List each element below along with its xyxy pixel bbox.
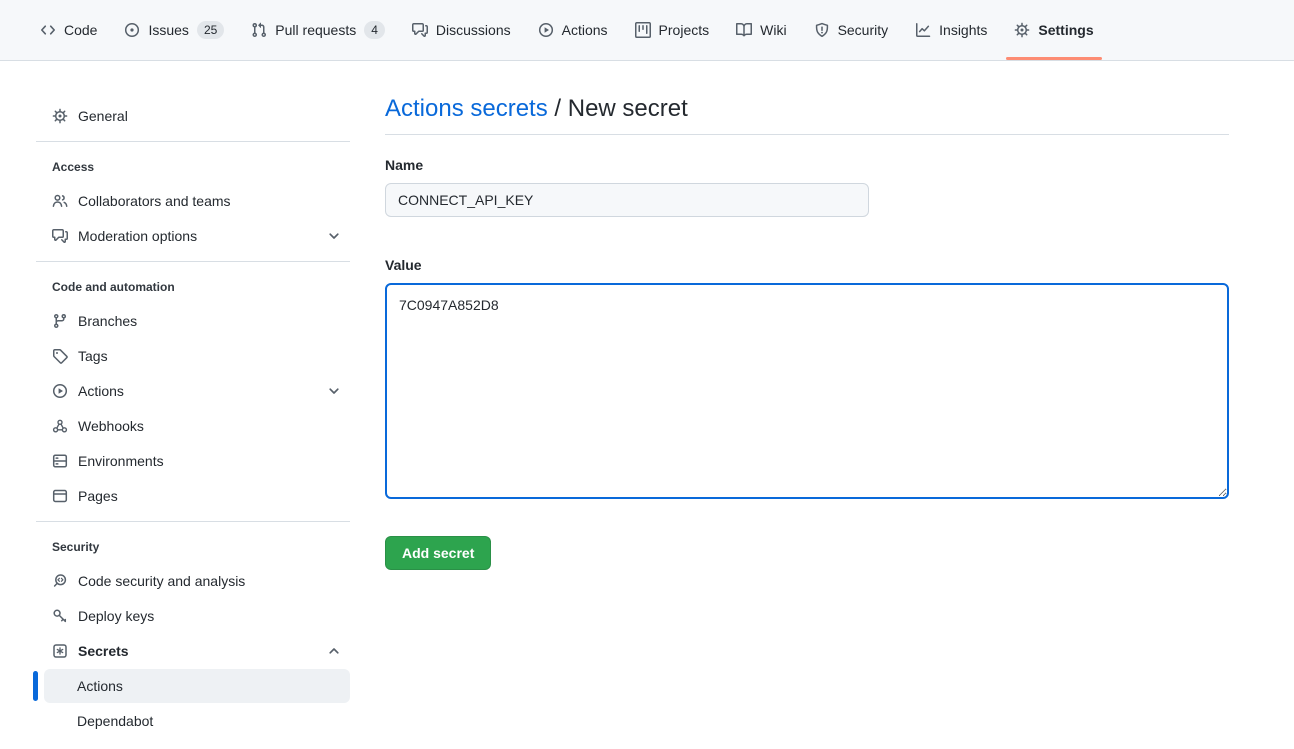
sidebar-item-label: Deploy keys xyxy=(78,608,154,624)
code-icon xyxy=(40,22,56,38)
issue-opened-icon xyxy=(124,22,140,38)
sidebar-item-deploy-keys[interactable]: Deploy keys xyxy=(44,599,350,633)
tab-label: Projects xyxy=(659,15,710,45)
sidebar-item-label: Collaborators and teams xyxy=(78,193,231,209)
divider xyxy=(36,141,350,142)
server-icon xyxy=(52,453,68,469)
codescan-icon xyxy=(52,573,68,589)
gear-icon xyxy=(52,108,68,124)
comment-discussion-icon xyxy=(412,22,428,38)
chevron-down-icon xyxy=(326,228,342,244)
sidebar-item-label: Code security and analysis xyxy=(78,573,245,589)
sidebar-item-pages[interactable]: Pages xyxy=(44,479,350,513)
sidebar-item-code-security-and-analysis[interactable]: Code security and analysis xyxy=(44,564,350,598)
browser-icon xyxy=(52,488,68,504)
comment-discussion-icon xyxy=(52,228,68,244)
sidebar-item-webhooks[interactable]: Webhooks xyxy=(44,409,350,443)
sidebar-item-label: General xyxy=(78,108,128,124)
webhook-icon xyxy=(52,418,68,434)
sidebar-item-actions[interactable]: Actions xyxy=(44,374,350,408)
sidebar-item-collaborators-and-teams[interactable]: Collaborators and teams xyxy=(44,184,350,218)
tab-settings[interactable]: Settings xyxy=(1005,0,1102,60)
graph-icon xyxy=(915,22,931,38)
sidebar-item-label: Environments xyxy=(78,453,164,469)
issues-count-badge: 25 xyxy=(197,21,224,39)
tab-actions[interactable]: Actions xyxy=(529,0,617,60)
gear-icon xyxy=(1014,22,1030,38)
actions-secrets-breadcrumb-link[interactable]: Actions secrets xyxy=(385,95,548,122)
sidebar-item-label: Tags xyxy=(78,348,108,364)
sidebar-item-label: Moderation options xyxy=(78,228,197,244)
tag-icon xyxy=(52,348,68,364)
repo-tab-nav: Code Issues 25 Pull requests 4 Discussio… xyxy=(0,0,1294,61)
tab-label: Code xyxy=(64,15,97,45)
sidebar-subitem-secrets-actions[interactable]: Actions xyxy=(44,669,350,703)
key-icon xyxy=(52,608,68,624)
new-secret-form: Actions secrets / New secret Name Value … xyxy=(385,61,1229,570)
sidebar-item-label: Actions xyxy=(78,383,124,399)
project-icon xyxy=(635,22,651,38)
git-pull-request-icon xyxy=(251,22,267,38)
section-title-access: Access xyxy=(44,158,350,176)
divider xyxy=(36,521,350,522)
shield-icon xyxy=(814,22,830,38)
tab-discussions[interactable]: Discussions xyxy=(403,0,520,60)
sidebar-item-environments[interactable]: Environments xyxy=(44,444,350,478)
tab-label: Settings xyxy=(1038,15,1093,45)
tab-label: Wiki xyxy=(760,15,786,45)
sidebar-item-label: Dependabot xyxy=(77,713,153,729)
chevron-down-icon xyxy=(326,383,342,399)
sidebar-item-secrets[interactable]: Secrets xyxy=(44,634,350,668)
tab-code[interactable]: Code xyxy=(31,0,106,60)
tab-security[interactable]: Security xyxy=(805,0,898,60)
add-secret-button[interactable]: Add secret xyxy=(385,536,491,570)
sidebar-item-label: Pages xyxy=(78,488,118,504)
value-field-label: Value xyxy=(385,255,1229,276)
sidebar-item-label: Actions xyxy=(77,678,123,694)
tab-label: Insights xyxy=(939,15,987,45)
tab-label: Actions xyxy=(562,15,608,45)
tab-wiki[interactable]: Wiki xyxy=(727,0,795,60)
divider xyxy=(36,261,350,262)
sidebar-item-moderation-options[interactable]: Moderation options xyxy=(44,219,350,253)
git-branch-icon xyxy=(52,313,68,329)
tab-label: Pull requests xyxy=(275,15,356,45)
tab-projects[interactable]: Projects xyxy=(626,0,719,60)
tab-pull-requests[interactable]: Pull requests 4 xyxy=(242,0,394,60)
key-asterisk-icon xyxy=(52,643,68,659)
pull-requests-count-badge: 4 xyxy=(364,21,385,39)
section-title-security: Security xyxy=(44,538,350,556)
secret-value-textarea[interactable]: 7C0947A852D8 xyxy=(385,283,1229,499)
sidebar-item-label: Webhooks xyxy=(78,418,144,434)
book-icon xyxy=(736,22,752,38)
people-icon xyxy=(52,193,68,209)
chevron-up-icon xyxy=(326,643,342,659)
breadcrumb-current: New secret xyxy=(568,95,688,122)
page-title: Actions secrets / New secret xyxy=(385,94,1229,135)
breadcrumb-separator: / xyxy=(548,95,568,122)
settings-sidebar: General Access Collaborators and teams M… xyxy=(44,61,350,739)
sidebar-item-general[interactable]: General xyxy=(44,99,350,133)
section-title-code-and-automation: Code and automation xyxy=(44,278,350,296)
secret-name-input[interactable] xyxy=(385,183,869,217)
tab-insights[interactable]: Insights xyxy=(906,0,996,60)
sidebar-item-label: Branches xyxy=(78,313,137,329)
sidebar-item-label: Secrets xyxy=(78,643,129,659)
sidebar-item-tags[interactable]: Tags xyxy=(44,339,350,373)
name-field-label: Name xyxy=(385,155,1229,176)
tab-issues[interactable]: Issues 25 xyxy=(115,0,233,60)
tab-label: Issues xyxy=(148,15,188,45)
play-icon xyxy=(52,383,68,399)
tab-label: Discussions xyxy=(436,15,511,45)
sidebar-item-branches[interactable]: Branches xyxy=(44,304,350,338)
sidebar-subitem-secrets-dependabot[interactable]: Dependabot xyxy=(44,704,350,738)
tab-label: Security xyxy=(838,15,889,45)
play-icon xyxy=(538,22,554,38)
